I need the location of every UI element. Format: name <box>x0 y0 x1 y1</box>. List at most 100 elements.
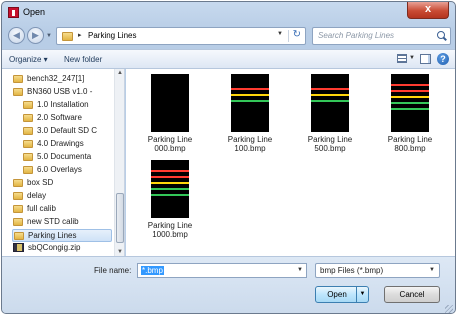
file-item[interactable]: Parking Line 500.bmp <box>298 74 362 153</box>
recent-locations-icon[interactable]: ▼ <box>46 33 52 39</box>
file-name: 500.bmp <box>314 144 346 153</box>
scroll-thumb[interactable] <box>116 193 124 243</box>
file-thumbnail <box>151 74 189 132</box>
file-thumbnail <box>391 74 429 132</box>
file-type-dropdown-icon[interactable]: ▼ <box>429 267 435 273</box>
file-item[interactable]: Parking Line 800.bmp <box>378 74 442 153</box>
tree-item[interactable]: bench32_247[1] <box>12 73 112 86</box>
parking-line <box>151 170 189 172</box>
tree-item-label: BN360 USB v1.0 - <box>27 87 93 96</box>
file-name-dropdown-icon[interactable]: ▼ <box>297 267 303 273</box>
folder-icon <box>23 126 33 135</box>
folder-icon <box>23 152 33 161</box>
tree-item[interactable]: Parking Lines <box>12 229 112 242</box>
file-type-value: bmp Files (*.bmp) <box>320 266 384 275</box>
tree-item-label: sbQCongig.zip <box>28 243 81 252</box>
open-dialog: Open x ◀ ▶ ▼ ▸ Parking Lines ▼ ↻ Search … <box>1 1 456 314</box>
view-dropdown-icon[interactable]: ▼ <box>409 55 415 61</box>
folder-icon <box>23 139 33 148</box>
parking-line <box>231 88 269 90</box>
window-title: Open <box>23 7 46 17</box>
address-dropdown-icon[interactable]: ▼ <box>277 31 283 37</box>
tree-item-label: 3.0 Default SD C <box>37 126 98 135</box>
tree-item[interactable]: 3.0 Default SD C <box>22 125 112 138</box>
file-name: Parking Line <box>307 135 353 144</box>
address-bar[interactable]: ▸ Parking Lines ▼ ↻ <box>56 27 306 45</box>
tree-item-label: delay <box>27 191 47 200</box>
scroll-down-icon[interactable]: ▼ <box>117 249 123 255</box>
file-thumbnail <box>151 160 189 218</box>
cancel-button[interactable]: Cancel <box>384 286 440 303</box>
parking-line <box>311 88 349 90</box>
folder-icon <box>13 217 23 226</box>
open-button[interactable]: Open ▼ <box>315 286 369 303</box>
footer-panel: File name: *.bmp ▼ bmp Files (*.bmp) ▼ O… <box>2 256 455 313</box>
parking-line <box>311 100 349 102</box>
refresh-icon[interactable]: ↻ <box>293 29 301 40</box>
parking-line <box>311 94 349 96</box>
tree-item[interactable]: delay <box>12 190 112 203</box>
breadcrumb-separator[interactable]: ▸ <box>78 31 82 39</box>
tree-item[interactable]: full calib <box>12 203 112 216</box>
parking-line <box>151 176 189 178</box>
search-box[interactable]: Search Parking Lines <box>312 27 451 45</box>
tree-item[interactable]: 2.0 Software <box>22 112 112 125</box>
file-name-value[interactable]: *.bmp <box>141 266 164 275</box>
preview-pane-icon[interactable] <box>420 54 431 64</box>
parking-line <box>391 96 429 98</box>
tree-item-label: box SD <box>27 178 54 187</box>
file-name-field[interactable]: *.bmp ▼ <box>137 263 307 278</box>
navigation-bar: ◀ ▶ ▼ ▸ Parking Lines ▼ ↻ Search Parking… <box>2 24 455 48</box>
search-input[interactable]: Search Parking Lines <box>318 31 394 40</box>
parking-line <box>231 100 269 102</box>
folder-icon <box>14 231 24 240</box>
file-thumbnail <box>231 74 269 132</box>
tree-item[interactable]: sbQCongig.zip <box>12 242 112 255</box>
resize-grip[interactable] <box>445 305 453 313</box>
new-folder-button[interactable]: New folder <box>64 55 102 64</box>
back-button[interactable]: ◀ <box>8 27 25 44</box>
tree-item[interactable]: 4.0 Drawings <box>22 138 112 151</box>
parking-line <box>151 188 189 190</box>
close-button[interactable]: x <box>407 2 449 19</box>
parking-line <box>151 182 189 184</box>
forward-button[interactable]: ▶ <box>27 27 44 44</box>
file-name: Parking Line <box>147 221 193 230</box>
help-icon[interactable]: ? <box>437 53 449 65</box>
folder-icon <box>23 165 33 174</box>
file-name: Parking Line <box>147 135 193 144</box>
folder-icon <box>13 178 23 187</box>
file-item[interactable]: Parking Line 100.bmp <box>218 74 282 153</box>
search-icon[interactable] <box>437 31 445 39</box>
view-options-icon[interactable] <box>397 54 407 63</box>
title-bar[interactable]: Open x <box>2 2 455 22</box>
address-divider <box>288 30 289 42</box>
tree-item[interactable]: box SD <box>12 177 112 190</box>
parking-line <box>391 102 429 104</box>
file-name-label: File name: <box>94 266 132 275</box>
breadcrumb[interactable]: Parking Lines <box>88 31 136 40</box>
tree-item-label: 1.0 Installation <box>37 100 89 109</box>
tree-item[interactable]: new STD calib <box>12 216 112 229</box>
file-type-select[interactable]: bmp Files (*.bmp) ▼ <box>315 263 440 278</box>
folder-icon <box>62 32 73 41</box>
tree-item[interactable]: 5.0 Documenta <box>22 151 112 164</box>
tree-item[interactable]: 6.0 Overlays <box>22 164 112 177</box>
navigation-scrollbar[interactable]: ▲ ▼ <box>114 69 124 256</box>
folder-icon <box>13 191 23 200</box>
scroll-up-icon[interactable]: ▲ <box>117 70 123 76</box>
open-split-arrow-icon[interactable]: ▼ <box>356 287 368 302</box>
tree-item[interactable]: BN360 USB v1.0 - <box>12 86 112 99</box>
tree-item-label: bench32_247[1] <box>27 74 85 83</box>
organize-button[interactable]: Organize ▾ <box>9 55 48 64</box>
folder-icon <box>23 113 33 122</box>
file-name: Parking Line <box>387 135 433 144</box>
file-name: Parking Line <box>227 135 273 144</box>
file-item[interactable]: Parking Line 000.bmp <box>138 74 202 153</box>
tree-item-label: 2.0 Software <box>37 113 82 122</box>
file-name: 000.bmp <box>154 144 186 153</box>
file-item[interactable]: Parking Line 1000.bmp <box>138 160 202 239</box>
tree-item[interactable]: 1.0 Installation <box>22 99 112 112</box>
zip-file-icon <box>13 243 24 253</box>
file-thumbnail <box>311 74 349 132</box>
